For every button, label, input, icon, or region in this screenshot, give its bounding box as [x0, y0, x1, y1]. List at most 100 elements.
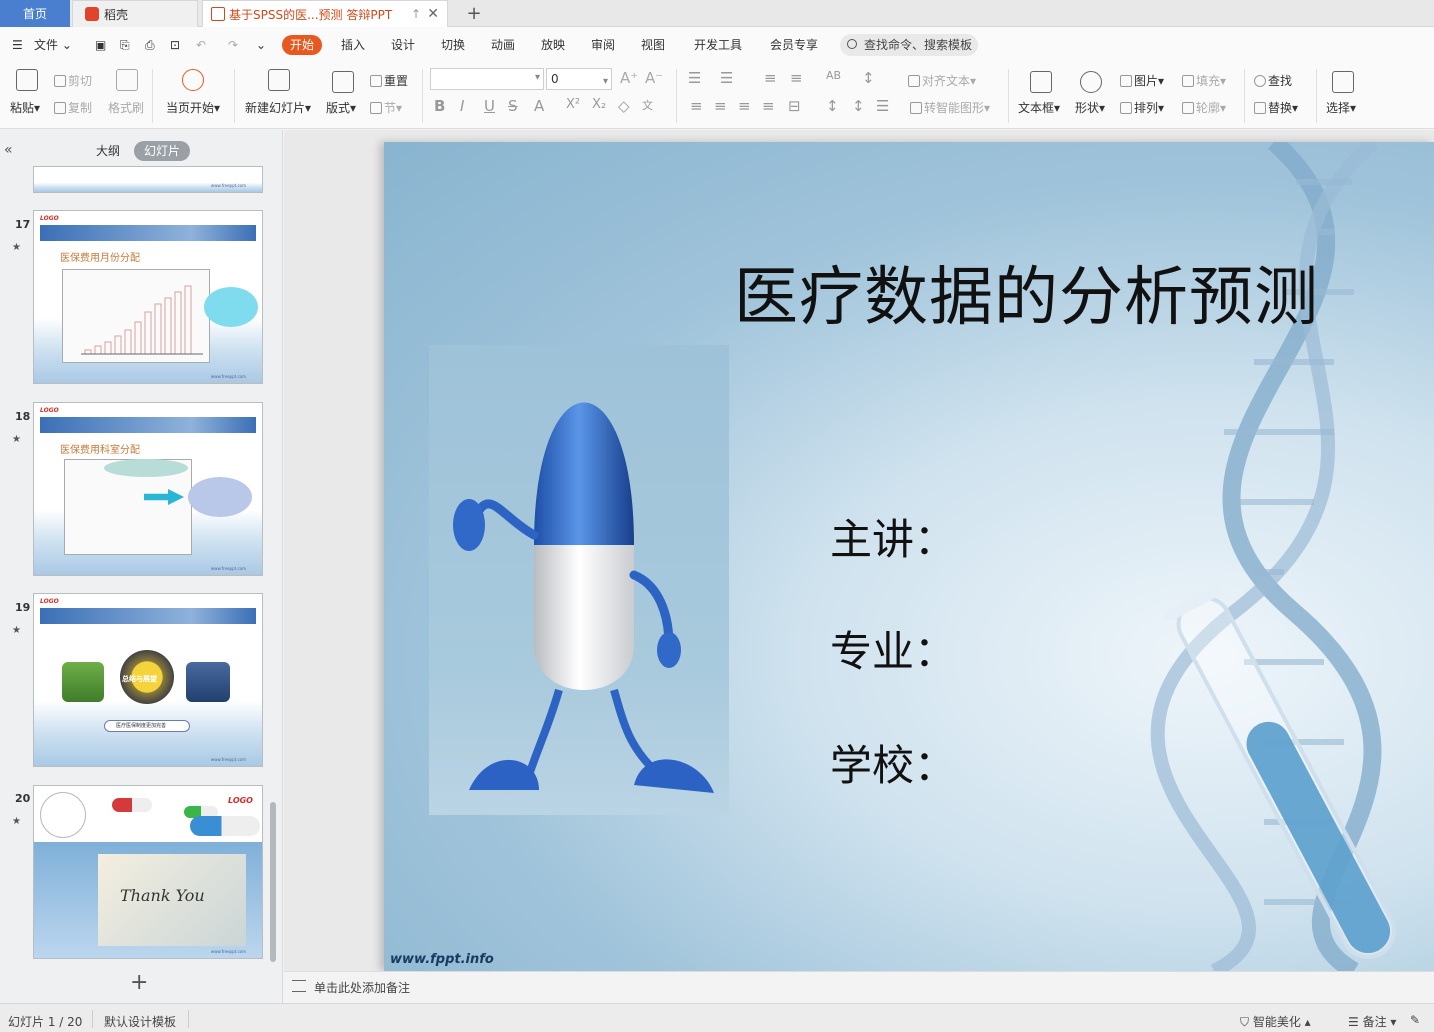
copy-button[interactable]: 复制	[54, 99, 92, 116]
command-search-input[interactable]: 查找命令、搜索模板	[840, 34, 978, 56]
quick-access-dropdown-icon[interactable]: ⌄	[256, 35, 266, 55]
select-button[interactable]: 选择▾	[1326, 99, 1356, 116]
arrange-button[interactable]: 排列▾	[1120, 99, 1164, 116]
collapse-panel-icon[interactable]: «	[4, 142, 13, 158]
select-cursor-icon[interactable]	[1332, 71, 1354, 93]
decrease-font-icon[interactable]: A⁻	[645, 69, 663, 87]
menu-review[interactable]: 审阅	[591, 35, 615, 55]
panel-scrollbar[interactable]	[270, 802, 276, 962]
textbox-icon[interactable]	[1030, 71, 1052, 93]
current-slide[interactable]: 医疗数据的分析预测 主讲： 专业： 学校： www.fppt.info	[384, 142, 1434, 971]
menu-developer[interactable]: 开发工具	[694, 35, 742, 55]
hamburger-icon[interactable]: ☰	[12, 35, 23, 55]
paste-icon[interactable]	[16, 69, 38, 91]
columns-icon[interactable]: ☰	[876, 97, 889, 115]
slide-thumbnail[interactable]: www.freeppt.com	[33, 166, 263, 193]
notes-placeholder[interactable]: 单击此处添加备注	[314, 979, 410, 996]
template-name[interactable]: 默认设计模板	[104, 1013, 176, 1030]
format-painter-icon[interactable]	[116, 69, 138, 91]
paragraph-spacing-icon[interactable]: ↕	[852, 97, 865, 115]
play-icon[interactable]	[182, 69, 204, 91]
distribute-icon[interactable]: ⊟	[788, 97, 801, 115]
close-icon[interactable]: ✕	[427, 6, 439, 22]
slide-thumbnail-19[interactable]: LOGO 总结与展望 医疗医保制度更加完善 www.freeppt.com	[33, 593, 263, 767]
menu-file[interactable]: 文件 ⌄	[34, 35, 72, 55]
comment-icon[interactable]: ✎	[1410, 1013, 1420, 1027]
layout-button[interactable]: 版式▾	[326, 99, 356, 116]
align-text-button[interactable]: 对齐文本▾	[908, 72, 976, 89]
tab-home[interactable]: 首页	[0, 0, 70, 27]
clear-format-icon[interactable]: ◇	[618, 97, 630, 115]
menu-view[interactable]: 视图	[641, 35, 665, 55]
slide-thumbnail-18[interactable]: LOGO 医保费用科室分配 www.freeppt.com	[33, 402, 263, 576]
reset-button[interactable]: 重置	[370, 72, 408, 89]
redo-icon[interactable]: ↷	[228, 35, 238, 55]
outline-tab[interactable]: 大纲	[86, 141, 130, 161]
export-icon[interactable]: ⎘	[120, 35, 130, 55]
numbered-list-icon[interactable]: ☰	[720, 69, 733, 87]
font-size-select[interactable]: 0 ▾	[546, 68, 612, 90]
from-current-slide-button[interactable]: 当页开始▾	[166, 99, 220, 116]
bold-icon[interactable]: B	[434, 97, 445, 115]
tab-document[interactable]: 基于SPSS的医...预测 答辩PPT ↑ ✕	[202, 0, 448, 27]
find-button[interactable]: 查找	[1254, 72, 1292, 89]
new-tab-button[interactable]: +	[462, 0, 486, 27]
slide-thumbnail-17[interactable]: LOGO 医保费用月份分配 www.freeppt.com	[33, 210, 263, 384]
major-line[interactable]: 专业：	[830, 618, 956, 679]
menu-transition[interactable]: 切换	[441, 35, 465, 55]
menu-member[interactable]: 会员专享	[770, 35, 818, 55]
presenter-line[interactable]: 主讲：	[830, 506, 956, 567]
new-slide-button[interactable]: 新建幻灯片▾	[245, 99, 311, 116]
font-color-icon[interactable]: A	[534, 97, 544, 115]
justify-icon[interactable]: ≡	[762, 97, 775, 115]
picture-button[interactable]: 图片▾	[1120, 72, 1164, 89]
sort-icon[interactable]: ↕	[862, 69, 875, 87]
cut-button[interactable]: 剪切	[54, 72, 92, 89]
text-direction-icon[interactable]: AB	[826, 69, 841, 82]
strikethrough-icon[interactable]: S	[508, 97, 518, 115]
layout-icon[interactable]	[332, 71, 354, 93]
slide-title[interactable]: 医疗数据的分析预测	[734, 246, 1319, 338]
add-slide-button[interactable]: +	[130, 970, 148, 995]
decrease-indent-icon[interactable]: ≡	[764, 69, 777, 87]
phonetic-guide-icon[interactable]: 文	[642, 97, 653, 113]
italic-icon[interactable]: I	[460, 97, 464, 115]
smart-beautify-button[interactable]: ⛉ 智能美化 ▴	[1240, 1013, 1311, 1030]
superscript-icon[interactable]: X²	[566, 97, 580, 112]
align-center-icon[interactable]: ≡	[714, 97, 727, 115]
slide-thumbnail-20[interactable]: LOGO Thank You www.freeppt.com	[33, 785, 263, 959]
pin-icon[interactable]: ↑	[411, 7, 421, 21]
menu-slideshow[interactable]: 放映	[541, 35, 565, 55]
smart-shape-button[interactable]: 转智能图形▾	[910, 99, 990, 116]
format-painter-button[interactable]: 格式刷	[108, 99, 144, 116]
menu-home[interactable]: 开始	[282, 35, 323, 55]
school-line[interactable]: 学校：	[830, 732, 956, 793]
tab-daoke[interactable]: 稻壳	[72, 0, 198, 27]
line-spacing-icon[interactable]: ↕	[826, 97, 839, 115]
bullet-list-icon[interactable]: ☰	[688, 69, 701, 87]
save-icon[interactable]: ▣	[95, 35, 106, 55]
underline-icon[interactable]: U	[484, 97, 495, 115]
fill-button[interactable]: 填充▾	[1182, 72, 1226, 89]
replace-button[interactable]: 替换▾	[1254, 99, 1298, 116]
menu-insert[interactable]: 插入	[341, 35, 365, 55]
subscript-icon[interactable]: X₂	[592, 97, 606, 112]
align-left-icon[interactable]: ≡	[690, 97, 703, 115]
paste-button[interactable]: 粘贴▾	[10, 99, 40, 116]
increase-font-icon[interactable]: A⁺	[620, 69, 638, 87]
align-right-icon[interactable]: ≡	[738, 97, 751, 115]
notes-toggle-button[interactable]: ☰ 备注 ▾	[1348, 1013, 1396, 1030]
print-icon[interactable]: ⎙	[145, 35, 155, 55]
textbox-button[interactable]: 文本框▾	[1018, 99, 1060, 116]
notes-bar[interactable]: 单击此处添加备注	[284, 971, 1434, 1001]
shape-icon[interactable]	[1080, 71, 1102, 93]
menu-animation[interactable]: 动画	[491, 35, 515, 55]
menu-design[interactable]: 设计	[391, 35, 415, 55]
new-slide-icon[interactable]	[268, 69, 290, 91]
shape-button[interactable]: 形状▾	[1075, 99, 1105, 116]
slides-tab[interactable]: 幻灯片	[134, 141, 191, 161]
print-preview-icon[interactable]: ⊡	[170, 35, 180, 55]
undo-icon[interactable]: ↶	[196, 35, 206, 55]
font-name-select[interactable]: ▾	[430, 68, 544, 90]
outline-button[interactable]: 轮廓▾	[1182, 99, 1226, 116]
